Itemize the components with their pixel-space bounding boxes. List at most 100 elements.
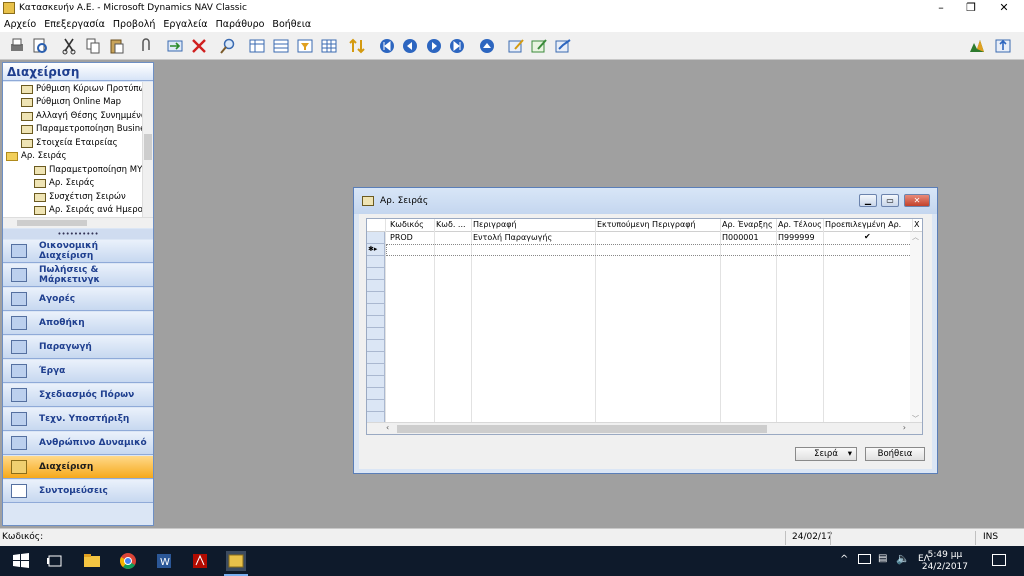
- column-header-code[interactable]: Κωδικός: [390, 220, 434, 229]
- first-record-icon[interactable]: [378, 37, 396, 55]
- print-icon[interactable]: [8, 37, 26, 55]
- paste-icon[interactable]: [108, 37, 126, 55]
- nav-button-purchase[interactable]: Αγορές: [3, 288, 153, 311]
- window-minimize-button[interactable]: ▁: [859, 194, 877, 207]
- column-header-default-nos[interactable]: Προεπιλεγμένη Αρ.: [825, 220, 910, 229]
- battery-icon[interactable]: [858, 554, 871, 564]
- report-icon[interactable]: [530, 37, 548, 55]
- menu-tools[interactable]: Εργαλεία: [159, 19, 211, 30]
- last-record-icon[interactable]: [448, 37, 466, 55]
- menu-view[interactable]: Προβολή: [109, 19, 160, 30]
- menu-edit[interactable]: Επεξεργασία: [40, 19, 109, 30]
- scroll-thumb[interactable]: [17, 220, 87, 226]
- word-icon[interactable]: W: [154, 551, 174, 571]
- nav-button-shortcuts[interactable]: Συντομεύσεις: [3, 480, 153, 503]
- insert-record-icon[interactable]: [166, 37, 184, 55]
- column-header-description[interactable]: Περιγραφή: [473, 220, 593, 229]
- cell-start-no[interactable]: Π000001: [722, 233, 759, 242]
- cut-icon[interactable]: [60, 37, 78, 55]
- tree-item[interactable]: Αρ. Σειράς: [34, 177, 94, 190]
- window-titlebar[interactable]: Αρ. Σειράς ▁ ▭ ✕: [354, 188, 937, 214]
- tree-item[interactable]: Παραμετροποίηση ΜΥ: [34, 164, 142, 177]
- field-filter-icon[interactable]: [320, 37, 338, 55]
- nav-button-warehouse[interactable]: Αποθήκη: [3, 312, 153, 335]
- chevron-up-icon[interactable]: ︿: [912, 232, 919, 242]
- up-icon[interactable]: [478, 37, 496, 55]
- new-row-input[interactable]: [386, 244, 912, 256]
- close-button[interactable]: ✕: [988, 0, 1020, 16]
- nav-button-finance[interactable]: Οικονομική Διαχείριση: [3, 240, 153, 263]
- nav-button-service[interactable]: Τεχν. Υποστήριξη: [3, 408, 153, 431]
- window-close-button[interactable]: ✕: [904, 194, 930, 207]
- column-header-printed-description[interactable]: Εκτυπούμενη Περιγραφή: [597, 220, 717, 229]
- column-header-start-no[interactable]: Αρ. Έναρξης: [722, 220, 777, 229]
- scroll-thumb[interactable]: [144, 134, 152, 160]
- previous-record-icon[interactable]: [401, 37, 419, 55]
- tree-item[interactable]: Συσχέτιση Σειρών: [34, 191, 126, 204]
- menu-file[interactable]: Αρχείο: [0, 19, 40, 30]
- find-icon[interactable]: [219, 37, 237, 55]
- tree-item[interactable]: Παραμετροποίηση Busines: [21, 123, 150, 136]
- task-view-icon[interactable]: [45, 551, 65, 571]
- taskbar-clock[interactable]: 5:49 μμ 24/2/2017: [922, 549, 968, 573]
- form-icon[interactable]: [507, 37, 525, 55]
- tree-item[interactable]: Ρύθμιση Κύριων Προτύπω: [21, 83, 146, 96]
- help-button[interactable]: Βοήθεια: [865, 447, 925, 461]
- nav-button-human-resources[interactable]: Ανθρώπινο Δυναμικό: [3, 432, 153, 455]
- column-header-end-no[interactable]: Αρ. Τέλους: [778, 220, 823, 229]
- volume-icon[interactable]: 🔈: [896, 552, 910, 565]
- nav-button-jobs[interactable]: Έργα: [3, 360, 153, 383]
- dynamics-nav-taskbar-icon[interactable]: [226, 551, 246, 571]
- delete-icon[interactable]: [190, 37, 208, 55]
- tree-horizontal-scrollbar[interactable]: [3, 217, 153, 228]
- minimize-button[interactable]: –: [925, 0, 957, 16]
- menu-window[interactable]: Παράθυρο: [212, 19, 269, 30]
- tree-vertical-scrollbar[interactable]: [142, 82, 153, 217]
- column-header-code2[interactable]: Κωδ. ...: [436, 220, 470, 229]
- windows-start-icon[interactable]: [11, 551, 31, 571]
- print-preview-icon[interactable]: [31, 37, 49, 55]
- file-explorer-icon[interactable]: [82, 551, 102, 571]
- table-view-icon[interactable]: [248, 37, 266, 55]
- row-selector[interactable]: [367, 232, 385, 244]
- tree-item[interactable]: Αλλαγή Θέσης Συνημμένω: [21, 110, 148, 123]
- chevron-up-icon[interactable]: ^: [840, 554, 848, 565]
- restore-button[interactable]: ❐: [955, 0, 987, 16]
- cell-code[interactable]: PROD: [390, 233, 413, 242]
- sort-icon[interactable]: [348, 37, 366, 55]
- tree-folder[interactable]: Αρ. Σειράς: [6, 150, 66, 163]
- scroll-thumb[interactable]: [397, 425, 767, 433]
- series-button[interactable]: Σειρά ▾: [795, 447, 857, 461]
- tree-item[interactable]: Αρ. Σειράς ανά Ημερολ: [34, 204, 148, 217]
- chrome-icon[interactable]: [118, 551, 138, 571]
- filter-icon[interactable]: [296, 37, 314, 55]
- cell-end-no[interactable]: Π999999: [778, 233, 815, 242]
- tree-item[interactable]: Ρύθμιση Online Map: [21, 96, 121, 109]
- nav-button-resource-planning[interactable]: Σχεδιασμός Πόρων: [3, 384, 153, 407]
- current-row-marker[interactable]: ✱▸: [367, 244, 385, 256]
- cell-description[interactable]: Εντολή Παραγωγής: [473, 233, 552, 242]
- nav-button-administration[interactable]: Διαχείριση: [3, 456, 153, 479]
- cell-default-nos-checkmark[interactable]: ✔: [864, 232, 871, 241]
- pane-splitter[interactable]: ••••••••••: [3, 229, 153, 239]
- window-maximize-button[interactable]: ▭: [881, 194, 899, 207]
- grid-vertical-scrollbar[interactable]: ︿ ﹀: [910, 232, 922, 424]
- notifications-icon[interactable]: [992, 554, 1006, 566]
- nav-button-sales[interactable]: Πωλήσεις & Μάρκετινγκ: [3, 264, 153, 287]
- menu-help[interactable]: Βοήθεια: [268, 19, 315, 30]
- help-icon[interactable]: [994, 37, 1012, 55]
- chevron-right-icon[interactable]: ›: [903, 423, 906, 432]
- network-icon[interactable]: ▤: [878, 553, 887, 564]
- next-record-icon[interactable]: [425, 37, 443, 55]
- tree-item[interactable]: Στοιχεία Εταιρείας: [21, 137, 118, 150]
- nav-button-manufacturing[interactable]: Παραγωγή: [3, 336, 153, 359]
- column-header-manual[interactable]: Χ: [914, 220, 922, 229]
- card-view-icon[interactable]: [272, 37, 290, 55]
- acrobat-icon[interactable]: [190, 551, 210, 571]
- clock-date: 24/2/2017: [921, 562, 968, 572]
- chevron-left-icon[interactable]: ‹: [386, 423, 389, 432]
- copy-icon[interactable]: [84, 37, 102, 55]
- grid-horizontal-scrollbar[interactable]: ‹ ›: [367, 422, 922, 434]
- dataport-icon[interactable]: [554, 37, 572, 55]
- attachment-icon[interactable]: [137, 37, 155, 55]
